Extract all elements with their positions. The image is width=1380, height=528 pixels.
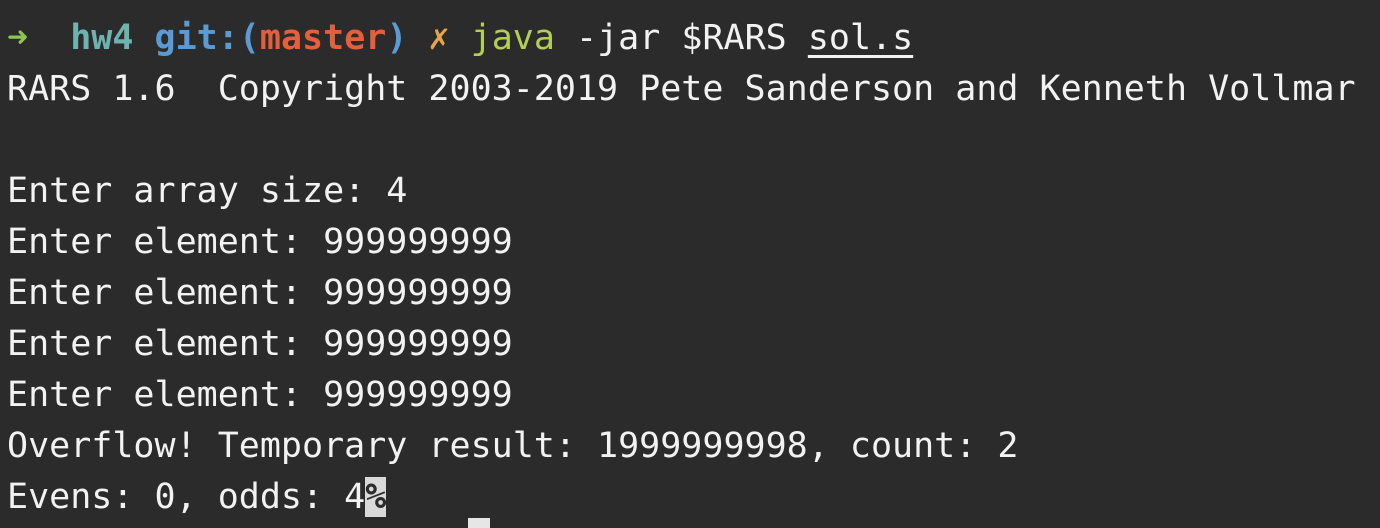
- terminal-cursor: %: [365, 477, 387, 517]
- output-line: Enter element: 999999999: [7, 324, 513, 364]
- output-line: Enter element: 999999999: [7, 375, 513, 415]
- banner-line: RARS 1.6 Copyright 2003-2019 Pete Sander…: [7, 69, 1356, 109]
- current-directory: hw4: [70, 18, 134, 58]
- output-line: Enter element: 999999999: [7, 222, 513, 262]
- output-line: Enter element: 999999999: [7, 273, 513, 313]
- result-text: Evens: 0, odds: 4: [7, 477, 366, 517]
- dirty-mark-icon: ✗: [428, 18, 450, 58]
- git-branch: master: [259, 18, 387, 58]
- output-line: Enter array size: 4: [7, 171, 408, 211]
- paren-close: ): [386, 18, 408, 58]
- command-file: sol.s: [807, 18, 914, 58]
- terminal-output[interactable]: ➜ hw4 git:(master) ✗ java -jar $RARS sol…: [7, 13, 1380, 523]
- output-line: Overflow! Temporary result: 1999999998, …: [7, 426, 1019, 466]
- prompt-line: ➜ hw4 git:(master) ✗ java -jar $RARS sol…: [7, 13, 1380, 64]
- command-name: java: [470, 18, 555, 58]
- git-label: git:: [154, 18, 239, 58]
- paren-open: (: [238, 18, 260, 58]
- prompt-arrow-icon: ➜: [7, 18, 29, 58]
- command-args: -jar $RARS: [576, 18, 787, 58]
- cursor-block-icon: [468, 518, 490, 528]
- last-output-line: Evens: 0, odds: 4%: [7, 472, 1380, 523]
